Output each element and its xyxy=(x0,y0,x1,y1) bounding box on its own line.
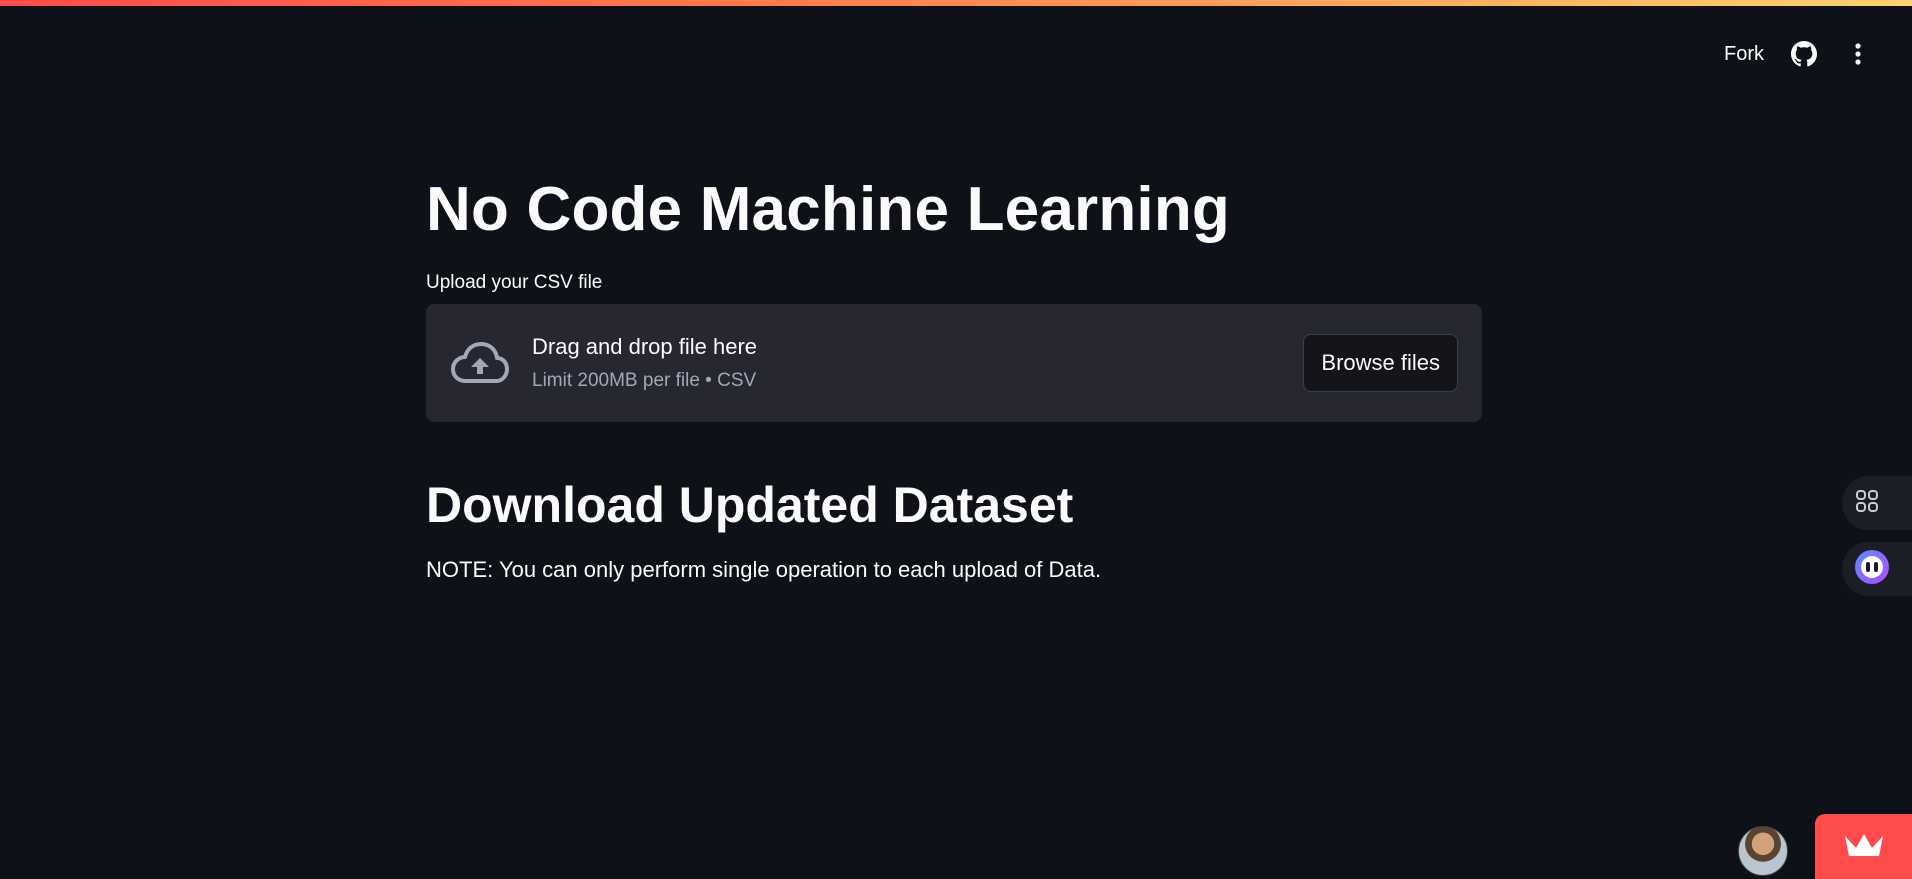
main-content: No Code Machine Learning Upload your CSV… xyxy=(426,175,1482,583)
github-icon[interactable] xyxy=(1790,40,1818,68)
assistant-floating-button[interactable] xyxy=(1842,542,1912,596)
user-avatar[interactable] xyxy=(1738,826,1788,876)
command-icon xyxy=(1854,488,1880,519)
shortcut-floating-button[interactable] xyxy=(1842,476,1912,530)
page-title: No Code Machine Learning xyxy=(426,175,1230,244)
streamlit-badge-button[interactable] xyxy=(1815,814,1912,879)
top-decoration-bar xyxy=(0,0,1912,6)
dropzone-limit-text: Limit 200MB per file • CSV xyxy=(532,370,757,392)
note-text: NOTE: You can only perform single operat… xyxy=(426,557,1102,583)
dropzone-title: Drag and drop file here xyxy=(532,334,758,360)
dropzone-text: Drag and drop file here Limit 200MB per … xyxy=(532,334,1303,392)
upload-label: Upload your CSV file xyxy=(426,272,603,294)
cloud-upload-icon xyxy=(450,333,510,393)
more-vertical-icon[interactable] xyxy=(1844,40,1872,68)
file-dropzone[interactable]: Drag and drop file here Limit 200MB per … xyxy=(426,304,1482,423)
fork-button[interactable]: Fork xyxy=(1724,43,1764,66)
streamlit-crown-icon xyxy=(1843,830,1885,863)
app-toolbar: Fork xyxy=(1724,40,1872,68)
browse-files-button[interactable]: Browse files xyxy=(1303,334,1458,393)
assistant-face-icon xyxy=(1854,549,1890,590)
download-section-heading: Download Updated Dataset xyxy=(426,477,1074,534)
